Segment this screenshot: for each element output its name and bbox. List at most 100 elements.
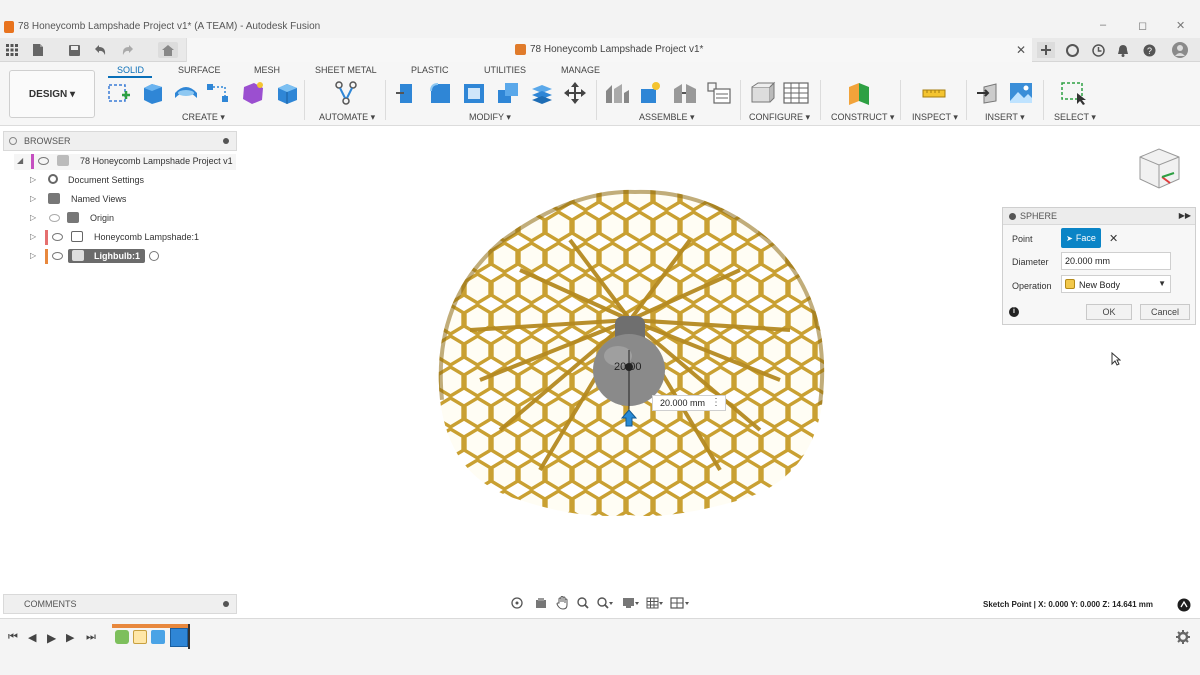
sphere-dialog-header[interactable]: SPHERE ▶▶ — [1003, 208, 1195, 225]
step-forward-icon[interactable]: ▶ — [66, 631, 74, 644]
expand-arrow-icon[interactable]: ◢ — [17, 156, 23, 165]
go-to-start-icon[interactable]: ⏮ — [8, 631, 18, 644]
close-window-button[interactable]: ✕ — [1176, 19, 1185, 32]
tab-utilities[interactable]: UTILITIES — [484, 65, 526, 75]
timeline-marker[interactable] — [188, 624, 190, 649]
home-icon[interactable] — [158, 42, 178, 58]
timeline-body-feature-icon[interactable] — [151, 630, 165, 644]
group-insert[interactable]: INSERT ▾ — [985, 112, 1025, 123]
group-automate[interactable]: AUTOMATE ▾ — [319, 112, 375, 123]
timeline-pattern-feature-icon[interactable] — [133, 630, 147, 644]
redo-icon[interactable] — [120, 42, 136, 58]
document-tab[interactable]: 78 Honeycomb Lampshade Project v1* ✕ — [186, 38, 1032, 62]
expand-arrow-icon[interactable]: ▷ — [30, 194, 36, 203]
insert-canvas-icon[interactable] — [1009, 81, 1033, 105]
group-configure[interactable]: CONFIGURE ▾ — [749, 112, 810, 123]
group-select[interactable]: SELECT ▾ — [1054, 112, 1096, 123]
more-options-icon[interactable]: ⋮ — [711, 397, 721, 408]
move-copy-icon[interactable] — [563, 81, 587, 105]
timeline-sketch-feature-icon[interactable] — [115, 630, 129, 644]
new-component-icon[interactable] — [604, 81, 629, 105]
tab-sheet-metal[interactable]: SHEET METAL — [315, 65, 377, 75]
sweep-icon[interactable] — [206, 81, 230, 105]
cancel-button[interactable]: Cancel — [1140, 304, 1190, 320]
workspace-switcher-button[interactable]: DESIGN ▾ — [9, 70, 95, 118]
insert-derive-icon[interactable] — [976, 81, 1000, 105]
create-sketch-icon[interactable] — [107, 81, 131, 105]
clear-selection-icon[interactable]: ✕ — [1109, 232, 1118, 245]
step-back-icon[interactable]: ◀ — [28, 631, 36, 644]
comments-options-icon[interactable] — [223, 601, 229, 607]
tab-mesh[interactable]: MESH — [254, 65, 280, 75]
comments-panel-header[interactable]: COMMENTS — [3, 594, 237, 614]
expand-arrow-icon[interactable]: ▷ — [30, 175, 36, 184]
offset-face-icon[interactable] — [530, 81, 554, 105]
browser-item-lighbulb[interactable]: ▷ Lighbulb:1 — [14, 249, 236, 265]
expand-arrow-icon[interactable]: ▷ — [30, 232, 36, 241]
select-window-icon[interactable] — [1061, 81, 1086, 105]
hidden-eye-icon[interactable] — [49, 214, 60, 222]
zoom-window-icon[interactable] — [597, 597, 613, 609]
measure-icon[interactable] — [921, 81, 946, 105]
tab-manage[interactable]: MANAGE — [561, 65, 600, 75]
timeline-settings-gear-icon[interactable] — [1176, 630, 1190, 644]
as-built-joint-icon[interactable] — [672, 81, 696, 105]
automate-icon[interactable] — [334, 81, 358, 105]
look-at-icon[interactable] — [535, 597, 547, 609]
dialog-collapse-icon[interactable] — [1009, 213, 1016, 220]
expand-arrow-icon[interactable]: ▷ — [30, 213, 36, 222]
notifications-bell-icon[interactable] — [1115, 42, 1131, 58]
help-icon[interactable]: ? — [1141, 42, 1157, 58]
browser-item-named-views[interactable]: ▷ Named Views — [14, 192, 236, 208]
revolve-icon[interactable] — [173, 81, 197, 105]
joint-icon[interactable] — [638, 81, 662, 105]
press-pull-icon[interactable] — [394, 81, 418, 105]
browser-panel-header[interactable]: BROWSER — [3, 131, 237, 151]
activate-radio-icon[interactable] — [149, 251, 159, 261]
operation-dropdown[interactable]: New Body ▼ — [1061, 275, 1171, 293]
visibility-eye-icon[interactable] — [52, 233, 63, 241]
tab-surface[interactable]: SURFACE — [178, 65, 221, 75]
browser-root-item[interactable]: ◢ 78 Honeycomb Lampshade Project v1 — [14, 154, 236, 170]
new-tab-icon[interactable] — [1037, 42, 1055, 58]
visibility-eye-icon[interactable] — [38, 157, 49, 165]
group-create[interactable]: CREATE ▾ — [182, 112, 225, 123]
group-modify[interactable]: MODIFY ▾ — [469, 112, 511, 123]
collapse-panel-icon[interactable] — [9, 137, 17, 145]
file-menu-icon[interactable] — [30, 42, 46, 58]
configure-icon[interactable] — [750, 81, 776, 105]
display-settings-icon[interactable] — [622, 597, 640, 609]
tab-solid[interactable]: SOLID — [117, 65, 144, 75]
minimize-button[interactable]: – — [1100, 19, 1106, 31]
browser-item-honeycomb-lampshade[interactable]: ▷ Honeycomb Lampshade:1 — [14, 230, 236, 246]
browser-item-origin[interactable]: ▷ Origin — [14, 211, 236, 227]
construct-plane-icon[interactable] — [847, 81, 871, 105]
orbit-icon[interactable] — [511, 597, 523, 609]
marking-menu-icon[interactable] — [1177, 598, 1191, 612]
undo-icon[interactable] — [92, 42, 108, 58]
configuration-table-icon[interactable] — [783, 81, 809, 105]
grid-snaps-icon[interactable] — [646, 597, 664, 609]
group-assemble[interactable]: ASSEMBLE ▾ — [639, 112, 695, 123]
play-icon[interactable]: ▶ — [47, 631, 56, 645]
box-primitive-icon[interactable] — [275, 81, 299, 105]
diameter-field[interactable] — [1061, 252, 1171, 270]
timeline-current-feature-icon[interactable] — [170, 628, 188, 647]
visibility-eye-icon[interactable] — [52, 252, 63, 260]
fillet-icon[interactable] — [428, 81, 452, 105]
group-inspect[interactable]: INSPECT ▾ — [912, 112, 958, 123]
shell-icon[interactable] — [462, 81, 486, 105]
extensions-icon[interactable] — [1064, 42, 1080, 58]
expand-dialog-icon[interactable]: ▶▶ — [1179, 211, 1191, 220]
expand-arrow-icon[interactable]: ▷ — [30, 251, 36, 260]
diameter-input-popup[interactable]: 20.000 mm ⋮ — [652, 395, 726, 411]
form-icon[interactable] — [240, 81, 264, 105]
viewports-icon[interactable] — [670, 597, 690, 609]
ok-button[interactable]: OK — [1086, 304, 1132, 320]
browser-item-document-settings[interactable]: ▷ Document Settings — [14, 173, 236, 189]
group-construct[interactable]: CONSTRUCT ▾ — [831, 112, 894, 123]
view-cube-icon[interactable] — [1134, 143, 1184, 193]
extrude-icon[interactable] — [140, 81, 164, 105]
model-viewport[interactable] — [410, 180, 850, 525]
point-face-selection-button[interactable]: ➤ Face — [1061, 228, 1101, 248]
